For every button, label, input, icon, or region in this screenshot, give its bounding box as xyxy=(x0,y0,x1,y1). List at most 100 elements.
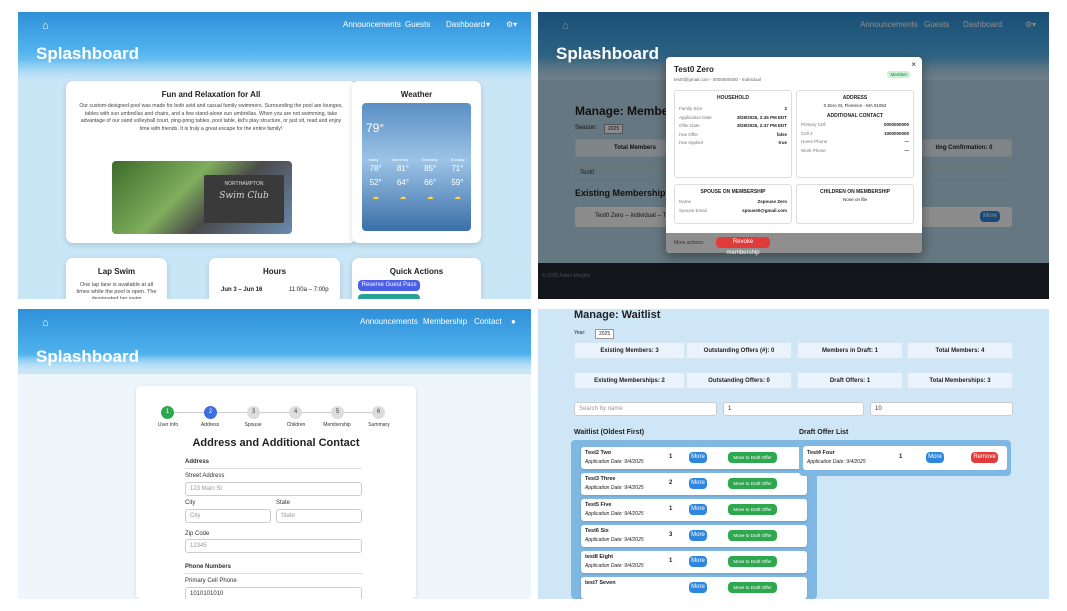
more-button[interactable]: More xyxy=(689,530,707,541)
phones-heading: Phone Numbers xyxy=(185,564,232,570)
more-button[interactable]: More xyxy=(926,452,944,463)
waitlist-row: Test5 Five Application Date: 9/4/2025 1 … xyxy=(581,499,807,521)
stat-total-members: Total Members: 4 xyxy=(907,342,1013,359)
waitlist-row: test7 Seven More Move to Draft Offer xyxy=(581,577,807,599)
zip-input[interactable]: 12345 xyxy=(185,539,362,553)
brand-title: Splashboard xyxy=(36,44,139,63)
stepper-line xyxy=(167,412,379,413)
year-label: Year: xyxy=(574,330,586,336)
more-button[interactable]: More xyxy=(689,556,707,567)
max-filter-input[interactable]: 10 xyxy=(870,402,1013,416)
city-label: City xyxy=(185,500,196,506)
form-title: Address and Additional Contact xyxy=(192,437,360,449)
lap-swim-card: Lap Swim One lap lane is available at al… xyxy=(66,258,167,299)
move-to-draft-button[interactable]: Move to Draft Offer xyxy=(728,478,777,489)
forecast-lows: 52° 64° 66° 59° xyxy=(362,178,471,187)
min-filter-input[interactable]: 1 xyxy=(723,402,864,416)
secondary-action-button[interactable] xyxy=(358,294,420,299)
step-5[interactable]: 5 xyxy=(331,406,344,419)
address-heading: Address xyxy=(185,459,210,465)
nav-contact[interactable]: Contact xyxy=(474,317,502,326)
nav-announcements[interactable]: Announcements xyxy=(360,317,418,326)
year-select[interactable]: 2025 xyxy=(595,329,615,339)
waitlist-panel: Manage: Waitlist Year: 2025 Existing Mem… xyxy=(538,309,1049,599)
draft-offer-title: Draft Offer List xyxy=(799,429,849,436)
stat-members-in-draft: Members in Draft: 1 xyxy=(797,342,903,359)
step-6[interactable]: 6 xyxy=(372,406,385,419)
modal-actions-bar: More actions: Revoke membership xyxy=(666,233,922,256)
weather-card: Weather 79° today tomorrow Saturday Sunday … xyxy=(352,81,481,243)
gear-icon[interactable]: ⚙▾ xyxy=(506,20,517,29)
more-button[interactable]: More xyxy=(689,582,707,593)
household-section: HOUSEHOLD Family Size 2 Application Date 8… xyxy=(674,90,792,178)
weather-widget: 79° today tomorrow Saturday Sunday 78° 81° 85… xyxy=(362,103,471,231)
move-to-draft-button[interactable]: Move to Draft Offer xyxy=(728,582,777,593)
reserve-guest-pass-button[interactable]: Reserve Guest Pass xyxy=(358,280,420,291)
address-heading: ADDRESS xyxy=(842,95,868,101)
quick-title: Quick Actions xyxy=(389,267,444,276)
step-3[interactable]: 3 xyxy=(247,406,260,419)
revoke-membership-button[interactable]: Revoke membership xyxy=(716,237,770,256)
top-nav: ⌂ Announcements Guests Dashboard ▾ ⚙▾ xyxy=(18,18,531,36)
spouse-row: Spouse Email spouse0@gmail.com xyxy=(679,208,787,213)
step-2[interactable]: 2 xyxy=(204,406,217,419)
more-button[interactable]: More xyxy=(689,452,707,463)
home-icon[interactable]: ⌂ xyxy=(42,20,49,32)
stat-total-memberships: Total Memberships: 3 xyxy=(907,372,1013,389)
state-input[interactable]: State xyxy=(276,509,362,523)
fun-body: Our custom-designed pool was made for bo… xyxy=(79,103,343,132)
hours-title: Hours xyxy=(262,267,287,276)
day-label: today xyxy=(368,157,379,162)
step-label: User Info xyxy=(157,422,179,428)
nav-dashboard[interactable]: Dashboard xyxy=(446,20,485,29)
fun-card: Fun and Relaxation for All Our custom-de… xyxy=(66,81,356,243)
quick-actions-card: Quick Actions Reserve Guest Pass xyxy=(352,258,481,299)
low-temp: 52° xyxy=(369,178,382,187)
row-date: Application Date: 9/4/2025 xyxy=(585,511,644,517)
more-button[interactable]: More xyxy=(689,504,707,515)
nav-announcements[interactable]: Announcements xyxy=(343,20,401,29)
contact-row: Primary Cell 0000000000 xyxy=(801,122,909,127)
remove-button[interactable]: Remove xyxy=(971,452,998,463)
row-name: test7 Seven xyxy=(585,580,616,586)
draft-row: Test4 Four Application Date: 9/4/2025 1 … xyxy=(803,446,1007,470)
home-icon[interactable]: ⌂ xyxy=(42,317,49,329)
sign-text-bottom: Swim Club xyxy=(219,191,269,201)
user-icon[interactable]: ● xyxy=(511,317,516,326)
primary-phone-input[interactable]: 1010101010 xyxy=(185,587,362,599)
divider xyxy=(185,468,362,469)
high-temp: 81° xyxy=(396,164,409,173)
waitlist-row: Test3 Three Application Date: 9/4/2025 2… xyxy=(581,473,807,495)
draft-count: 1 xyxy=(899,454,903,460)
step-4[interactable]: 4 xyxy=(289,406,302,419)
step-label: Summary xyxy=(368,422,390,428)
step-label: Spouse xyxy=(244,422,262,428)
step-1[interactable]: 1 xyxy=(161,406,174,419)
nav-guests[interactable]: Guests xyxy=(405,20,430,29)
city-input[interactable]: City xyxy=(185,509,271,523)
high-temp: 71° xyxy=(451,164,464,173)
day-label: Saturday xyxy=(421,157,438,162)
move-to-draft-button[interactable]: Move to Draft Offer xyxy=(728,452,777,463)
divider xyxy=(185,573,362,574)
waitlist-title: Waitlist (Oldest First) xyxy=(574,429,645,436)
move-to-draft-button[interactable]: Move to Draft Offer xyxy=(728,504,777,515)
more-button[interactable]: More xyxy=(689,478,707,489)
chevron-down-icon[interactable]: ▾ xyxy=(486,20,490,29)
brand-title: Splashboard xyxy=(36,347,139,366)
hh-row: Offer Date 8/28/2025, 2:47 PM EDT xyxy=(679,123,787,128)
move-to-draft-button[interactable]: Move to Draft Offer xyxy=(728,556,777,567)
nav-membership[interactable]: Membership xyxy=(423,317,467,326)
row-name: Test5 Five xyxy=(585,502,612,508)
member-detail-modal: Test0 Zero test0@gmail.com - 0000000000 … xyxy=(666,57,922,256)
search-input[interactable]: Search by name xyxy=(574,402,717,416)
row-name: test8 Eight xyxy=(585,554,614,560)
forecast-highs: 78° 81° 85° 71° xyxy=(362,164,471,173)
street-input[interactable]: 123 Main St xyxy=(185,482,362,496)
close-icon[interactable]: × xyxy=(911,60,916,69)
move-to-draft-button[interactable]: Move to Draft Offer xyxy=(728,530,777,541)
hours-range: Jun 3 – Jun 16 xyxy=(221,287,263,293)
stat-draft-offers: Draft Offers: 1 xyxy=(797,372,903,389)
draft-offer-container: Test4 Four Application Date: 9/4/2025 1 … xyxy=(799,440,1011,476)
children-heading: CHILDREN ON MEMBERSHIP xyxy=(819,189,890,195)
